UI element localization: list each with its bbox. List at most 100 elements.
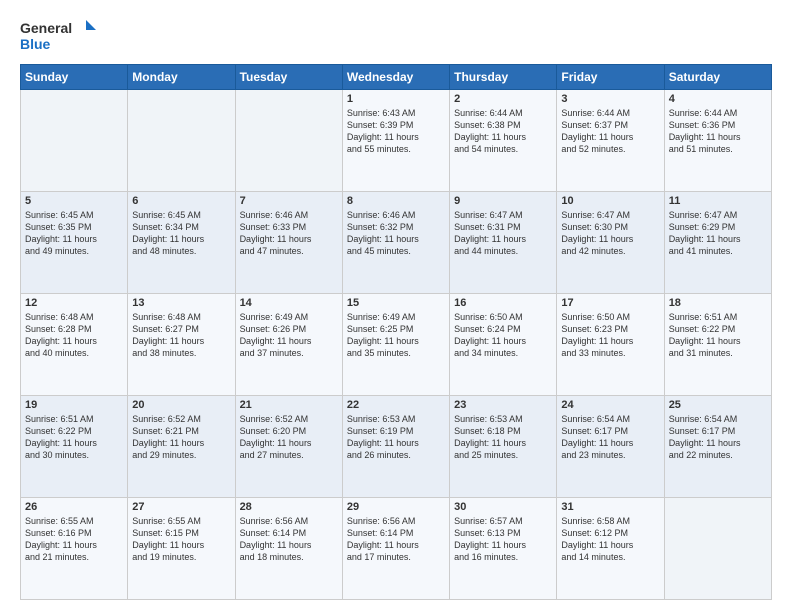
day-info: Sunrise: 6:50 AM Sunset: 6:24 PM Dayligh… xyxy=(454,311,552,360)
day-cell-1: 1 Sunrise: 6:43 AM Sunset: 6:39 PM Daylig… xyxy=(342,90,449,192)
weekday-header-tuesday: Tuesday xyxy=(235,65,342,90)
day-cell-27: 27Sunrise: 6:55 AM Sunset: 6:15 PM Dayli… xyxy=(128,498,235,600)
day-number: 25 xyxy=(669,399,767,411)
day-cell-15: 15 Sunrise: 6:49 AM Sunset: 6:25 PM Dayli… xyxy=(342,294,449,396)
day-info: Sunrise: 6:48 AM Sunset: 6:28 PM Dayligh… xyxy=(25,311,123,360)
day-number: 14 xyxy=(240,297,338,309)
day-number: 3 xyxy=(561,93,659,105)
day-cell-2: 2Sunrise: 6:44 AM Sunset: 6:38 PM Daylig… xyxy=(450,90,557,192)
day-info: Sunrise: 6:53 AM Sunset: 6:19 PM Dayligh… xyxy=(347,413,445,462)
day-number: 29 xyxy=(347,501,445,513)
day-info: Sunrise: 6:46 AM Sunset: 6:32 PM Dayligh… xyxy=(347,209,445,258)
day-cell-6: 6 Sunrise: 6:45 AM Sunset: 6:34 PM Daylig… xyxy=(128,192,235,294)
day-info: Sunrise: 6:57 AM Sunset: 6:13 PM Dayligh… xyxy=(454,515,552,564)
day-number: 22 xyxy=(347,399,445,411)
logo: General Blue xyxy=(20,16,100,56)
day-info: Sunrise: 6:49 AM Sunset: 6:26 PM Dayligh… xyxy=(240,311,338,360)
weekday-header-sunday: Sunday xyxy=(21,65,128,90)
calendar-table: SundayMondayTuesdayWednesdayThursdayFrid… xyxy=(20,64,772,600)
day-info: Sunrise: 6:49 AM Sunset: 6:25 PM Dayligh… xyxy=(347,311,445,360)
day-info: Sunrise: 6:47 AM Sunset: 6:31 PM Dayligh… xyxy=(454,209,552,258)
day-cell-8: 8 Sunrise: 6:46 AM Sunset: 6:32 PM Daylig… xyxy=(342,192,449,294)
day-info: Sunrise: 6:43 AM Sunset: 6:39 PM Dayligh… xyxy=(347,107,445,156)
day-info: Sunrise: 6:55 AM Sunset: 6:15 PM Dayligh… xyxy=(132,515,230,564)
day-cell-7: 7 Sunrise: 6:46 AM Sunset: 6:33 PM Daylig… xyxy=(235,192,342,294)
day-info: Sunrise: 6:47 AM Sunset: 6:30 PM Dayligh… xyxy=(561,209,659,258)
header: General Blue xyxy=(20,16,772,56)
day-info: Sunrise: 6:52 AM Sunset: 6:20 PM Dayligh… xyxy=(240,413,338,462)
day-number: 19 xyxy=(25,399,123,411)
day-cell-9: 9 Sunrise: 6:47 AM Sunset: 6:31 PM Daylig… xyxy=(450,192,557,294)
day-info: Sunrise: 6:48 AM Sunset: 6:27 PM Dayligh… xyxy=(132,311,230,360)
day-info: Sunrise: 6:52 AM Sunset: 6:21 PM Dayligh… xyxy=(132,413,230,462)
day-info: Sunrise: 6:56 AM Sunset: 6:14 PM Dayligh… xyxy=(240,515,338,564)
day-info: Sunrise: 6:45 AM Sunset: 6:35 PM Dayligh… xyxy=(25,209,123,258)
empty-cell xyxy=(235,90,342,192)
weekday-header-row: SundayMondayTuesdayWednesdayThursdayFrid… xyxy=(21,65,772,90)
weekday-header-friday: Friday xyxy=(557,65,664,90)
day-info: Sunrise: 6:58 AM Sunset: 6:12 PM Dayligh… xyxy=(561,515,659,564)
day-number: 4 xyxy=(669,93,767,105)
day-number: 11 xyxy=(669,195,767,207)
day-cell-21: 21Sunrise: 6:52 AM Sunset: 6:20 PM Dayli… xyxy=(235,396,342,498)
day-cell-17: 17Sunrise: 6:50 AM Sunset: 6:23 PM Dayli… xyxy=(557,294,664,396)
weekday-header-monday: Monday xyxy=(128,65,235,90)
logo-svg: General Blue xyxy=(20,16,100,56)
empty-cell xyxy=(21,90,128,192)
day-number: 16 xyxy=(454,297,552,309)
week-row-3: 12 Sunrise: 6:48 AM Sunset: 6:28 PM Dayli… xyxy=(21,294,772,396)
weekday-header-thursday: Thursday xyxy=(450,65,557,90)
day-cell-12: 12 Sunrise: 6:48 AM Sunset: 6:28 PM Dayli… xyxy=(21,294,128,396)
day-number: 23 xyxy=(454,399,552,411)
day-cell-11: 11Sunrise: 6:47 AM Sunset: 6:29 PM Dayli… xyxy=(664,192,771,294)
day-info: Sunrise: 6:45 AM Sunset: 6:34 PM Dayligh… xyxy=(132,209,230,258)
day-info: Sunrise: 6:54 AM Sunset: 6:17 PM Dayligh… xyxy=(561,413,659,462)
day-info: Sunrise: 6:51 AM Sunset: 6:22 PM Dayligh… xyxy=(25,413,123,462)
day-cell-31: 31 Sunrise: 6:58 AM Sunset: 6:12 PM Dayli… xyxy=(557,498,664,600)
day-cell-29: 29 Sunrise: 6:56 AM Sunset: 6:14 PM Dayli… xyxy=(342,498,449,600)
day-number: 18 xyxy=(669,297,767,309)
day-number: 10 xyxy=(561,195,659,207)
day-number: 13 xyxy=(132,297,230,309)
weekday-header-saturday: Saturday xyxy=(664,65,771,90)
day-info: Sunrise: 6:46 AM Sunset: 6:33 PM Dayligh… xyxy=(240,209,338,258)
week-row-2: 5 Sunrise: 6:45 AM Sunset: 6:35 PM Daylig… xyxy=(21,192,772,294)
day-number: 9 xyxy=(454,195,552,207)
day-info: Sunrise: 6:44 AM Sunset: 6:36 PM Dayligh… xyxy=(669,107,767,156)
day-info: Sunrise: 6:56 AM Sunset: 6:14 PM Dayligh… xyxy=(347,515,445,564)
day-cell-4: 4 Sunrise: 6:44 AM Sunset: 6:36 PM Daylig… xyxy=(664,90,771,192)
day-info: Sunrise: 6:51 AM Sunset: 6:22 PM Dayligh… xyxy=(669,311,767,360)
day-info: Sunrise: 6:53 AM Sunset: 6:18 PM Dayligh… xyxy=(454,413,552,462)
day-cell-19: 19 Sunrise: 6:51 AM Sunset: 6:22 PM Dayli… xyxy=(21,396,128,498)
day-info: Sunrise: 6:54 AM Sunset: 6:17 PM Dayligh… xyxy=(669,413,767,462)
week-row-4: 19 Sunrise: 6:51 AM Sunset: 6:22 PM Dayli… xyxy=(21,396,772,498)
week-row-5: 26Sunrise: 6:55 AM Sunset: 6:16 PM Dayli… xyxy=(21,498,772,600)
day-number: 24 xyxy=(561,399,659,411)
day-number: 7 xyxy=(240,195,338,207)
day-number: 28 xyxy=(240,501,338,513)
day-number: 2 xyxy=(454,93,552,105)
day-number: 12 xyxy=(25,297,123,309)
day-cell-24: 24 Sunrise: 6:54 AM Sunset: 6:17 PM Dayli… xyxy=(557,396,664,498)
calendar-page: General Blue SundayMondayTuesdayWednesda… xyxy=(0,0,792,612)
day-cell-13: 13 Sunrise: 6:48 AM Sunset: 6:27 PM Dayli… xyxy=(128,294,235,396)
week-row-1: 1 Sunrise: 6:43 AM Sunset: 6:39 PM Daylig… xyxy=(21,90,772,192)
day-cell-5: 5 Sunrise: 6:45 AM Sunset: 6:35 PM Daylig… xyxy=(21,192,128,294)
day-number: 30 xyxy=(454,501,552,513)
day-cell-3: 3 Sunrise: 6:44 AM Sunset: 6:37 PM Daylig… xyxy=(557,90,664,192)
day-cell-23: 23 Sunrise: 6:53 AM Sunset: 6:18 PM Dayli… xyxy=(450,396,557,498)
day-number: 8 xyxy=(347,195,445,207)
day-cell-26: 26Sunrise: 6:55 AM Sunset: 6:16 PM Dayli… xyxy=(21,498,128,600)
day-number: 26 xyxy=(25,501,123,513)
svg-text:Blue: Blue xyxy=(20,36,51,52)
day-number: 15 xyxy=(347,297,445,309)
day-info: Sunrise: 6:44 AM Sunset: 6:37 PM Dayligh… xyxy=(561,107,659,156)
day-number: 6 xyxy=(132,195,230,207)
day-number: 1 xyxy=(347,93,445,105)
day-number: 17 xyxy=(561,297,659,309)
day-number: 31 xyxy=(561,501,659,513)
day-cell-16: 16 Sunrise: 6:50 AM Sunset: 6:24 PM Dayli… xyxy=(450,294,557,396)
weekday-header-wednesday: Wednesday xyxy=(342,65,449,90)
day-cell-20: 20Sunrise: 6:52 AM Sunset: 6:21 PM Dayli… xyxy=(128,396,235,498)
day-number: 5 xyxy=(25,195,123,207)
